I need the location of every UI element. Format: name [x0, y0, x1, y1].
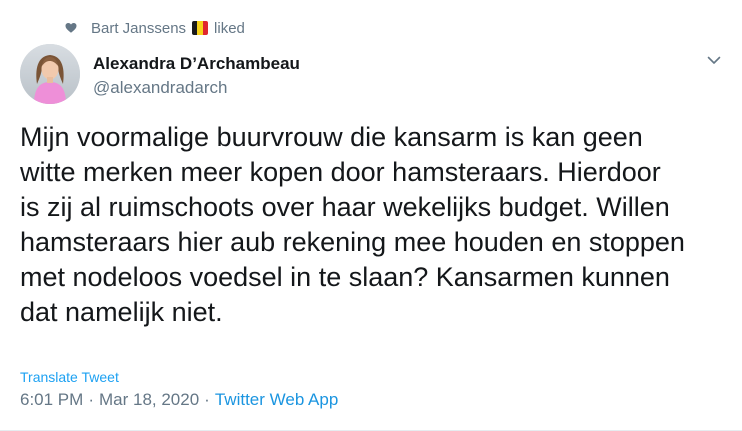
tweet-metadata: 6:01 PM · Mar 18, 2020 · Twitter Web App	[20, 389, 338, 411]
author-handle[interactable]: @alexandradarch	[93, 78, 300, 98]
chevron-down-icon[interactable]	[706, 52, 722, 68]
heart-icon	[65, 23, 77, 33]
tweet-source-link[interactable]: Twitter Web App	[215, 390, 338, 409]
avatar-image	[20, 44, 80, 104]
tweet-text: Mijn voormalige buurvrouw die kansarm is…	[20, 122, 685, 327]
social-context: Bart Janssens liked	[65, 18, 245, 38]
tweet-time[interactable]: 6:01 PM	[20, 390, 83, 409]
social-action: liked	[214, 19, 245, 37]
liker-name[interactable]: Bart Janssens	[91, 20, 186, 37]
separator: ·	[88, 390, 94, 409]
flag-stripe-red	[202, 21, 209, 35]
author[interactable]: Alexandra D’Archambeau @alexandradarch	[93, 54, 300, 98]
avatar[interactable]	[20, 44, 80, 104]
belgium-flag-icon	[192, 21, 209, 35]
tweet[interactable]: Bart Janssens liked Alexandra D’Archambe…	[0, 0, 742, 431]
author-display-name[interactable]: Alexandra D’Archambeau	[93, 54, 300, 74]
tweet-date[interactable]: Mar 18, 2020	[99, 390, 199, 409]
separator: ·	[204, 390, 210, 409]
translate-tweet-link[interactable]: Translate Tweet	[20, 369, 119, 385]
